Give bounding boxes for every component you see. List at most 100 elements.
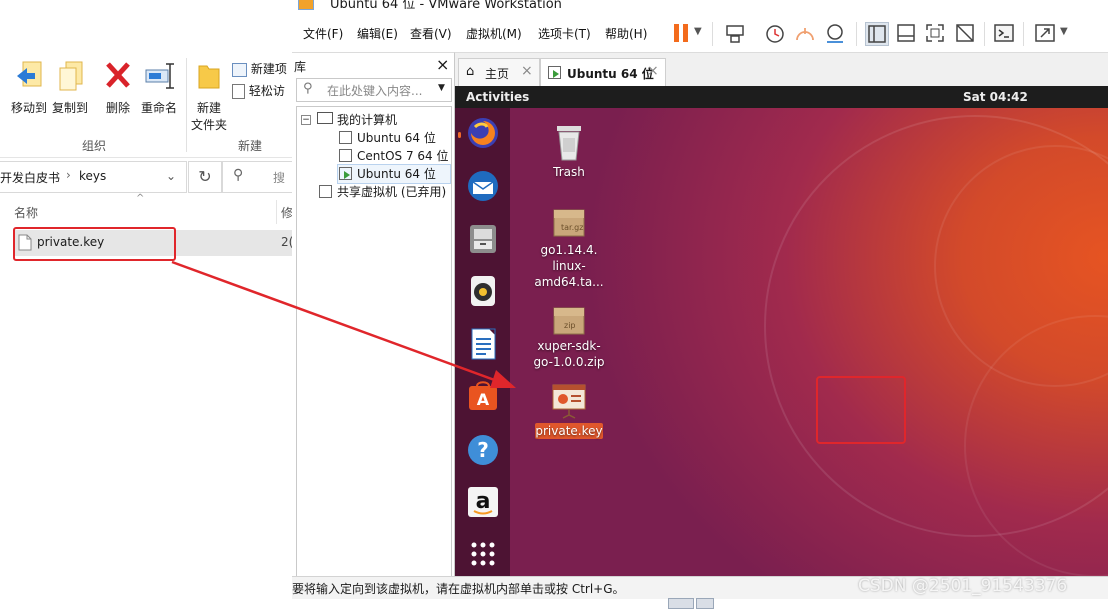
pause-dropdown-icon[interactable]: ▼ — [694, 26, 702, 37]
column-divider — [276, 200, 277, 224]
menu-view[interactable]: 查看(V) — [410, 25, 452, 42]
revert-snapshot-button[interactable] — [794, 22, 816, 44]
file-explorer-window: 移动到 复制到 删除 重命名 组织 新建 文件夹 新建项 轻松访 新建 开发白皮… — [0, 40, 293, 607]
clock[interactable]: Sat 04:42 — [963, 90, 1028, 104]
show-library-button[interactable] — [865, 22, 889, 46]
window-title: Ubuntu 64 位 - VMware Workstation — [330, 0, 562, 12]
search-dropdown-icon[interactable]: ▼ — [438, 83, 445, 93]
delete-button[interactable]: 删除 — [101, 60, 135, 116]
stretch-dropdown-icon[interactable]: ▼ — [1060, 26, 1068, 37]
tree-vm-centos[interactable]: CentOS 7 64 位 — [357, 147, 448, 164]
activities-button[interactable]: Activities — [466, 90, 529, 104]
tree-vm-ubuntu-1[interactable]: Ubuntu 64 位 — [357, 129, 436, 146]
refresh-button[interactable]: ↻ — [188, 161, 222, 193]
menu-tabs[interactable]: 选项卡(T) — [538, 25, 591, 42]
full-screen-icon — [926, 24, 944, 42]
menu-help[interactable]: 帮助(H) — [605, 25, 647, 42]
tree-vm-ubuntu-2[interactable]: Ubuntu 64 位 — [357, 165, 436, 182]
easy-access-icon — [232, 84, 245, 99]
software-icon[interactable]: A — [465, 378, 501, 414]
search-icon: ⚲ — [303, 81, 313, 96]
library-panel: 库 × ⚲ 在此处键入内容... ▼ − 我的计算机 Ubuntu 64 位 C… — [292, 52, 455, 578]
archive-badge-zip: zip — [564, 321, 576, 330]
pause-icon — [674, 24, 688, 42]
firefox-icon[interactable] — [465, 115, 501, 151]
delete-x-icon — [106, 62, 130, 88]
amazon-icon[interactable]: a — [465, 484, 501, 520]
ubuntu-desktop[interactable]: Activities Sat 04:42 A ? a Trash tar.gz … — [455, 86, 1108, 576]
snapshot-manager-button[interactable] — [824, 22, 846, 44]
thumbnail-bar-button[interactable] — [895, 22, 917, 44]
go-tarball-label-2: linux- — [552, 259, 586, 273]
column-header-name[interactable]: 名称 — [14, 204, 38, 221]
tab-home[interactable]: ⌂ 主页 × — [458, 58, 540, 87]
group-organize-label: 组织 — [82, 139, 107, 153]
copy-to-label: 复制到 — [51, 101, 88, 115]
chevron-down-icon[interactable]: ⌄ — [166, 169, 176, 183]
delete-label: 删除 — [105, 101, 130, 115]
sort-arrow-icon: ^ — [136, 193, 145, 204]
archive-badge-tar: tar.gz — [561, 223, 584, 232]
send-ctrl-alt-del-button[interactable] — [724, 22, 746, 44]
library-title: 库 — [294, 60, 307, 74]
thumbnail-view-icon — [897, 24, 915, 42]
breadcrumb-parent[interactable]: 开发白皮书 — [0, 169, 60, 186]
tree-root-my-computer[interactable]: 我的计算机 — [337, 111, 397, 128]
running-indicator — [458, 132, 461, 138]
go-tarball-label-1: go1.14.4. — [540, 243, 598, 257]
home-icon: ⌂ — [466, 64, 475, 79]
apps-grid-icon[interactable] — [465, 536, 501, 572]
desktop-item-xuper-zip[interactable]: zip xuper-sdk- go-1.0.0.zip — [527, 302, 611, 369]
menu-edit[interactable]: 编辑(E) — [357, 25, 398, 42]
desktop-item-trash[interactable]: Trash — [536, 122, 602, 179]
library-search-box[interactable]: ⚲ 在此处键入内容... ▼ — [296, 78, 452, 102]
new-folder-button[interactable]: 新建 文件夹 — [190, 60, 228, 133]
toolbar-divider — [712, 22, 713, 46]
desktop-item-private-key[interactable]: private.key — [527, 382, 611, 439]
menu-file[interactable]: 文件(F) — [303, 25, 343, 42]
files-icon[interactable] — [465, 221, 501, 257]
rhythmbox-icon[interactable] — [465, 273, 501, 309]
unity-button[interactable] — [954, 22, 976, 44]
tab-ubuntu-close[interactable]: × — [647, 63, 659, 79]
status-device-icon[interactable] — [668, 598, 694, 609]
new-item-icon — [232, 62, 247, 77]
menu-vm[interactable]: 虚拟机(M) — [466, 25, 522, 42]
new-item-label: 新建项 — [250, 62, 287, 76]
revert-icon — [796, 28, 814, 41]
help-icon[interactable]: ? — [465, 432, 501, 468]
move-to-button[interactable]: 移动到 — [10, 60, 48, 116]
vmware-logo-icon — [298, 0, 314, 10]
easy-access-button[interactable]: 轻松访 — [232, 82, 285, 99]
desktop-item-go-tarball[interactable]: tar.gz go1.14.4. linux- amd64.ta... — [527, 204, 611, 289]
status-device-icon[interactable] — [696, 598, 714, 609]
move-to-icon — [17, 61, 42, 87]
tab-home-label: 主页 — [485, 67, 510, 81]
new-item-button[interactable]: 新建项 — [232, 60, 287, 77]
tree-shared-vms[interactable]: 共享虚拟机 (已弃用) — [337, 183, 446, 200]
ribbon-divider — [186, 58, 187, 152]
new-folder-icon — [198, 65, 220, 89]
easy-access-label: 轻松访 — [248, 84, 285, 98]
tab-ubuntu[interactable]: Ubuntu 64 位 × — [540, 58, 666, 88]
thunderbird-icon[interactable] — [465, 168, 501, 204]
vm-icon — [339, 131, 352, 144]
library-close-button[interactable]: × — [436, 55, 449, 74]
stretch-button[interactable] — [1034, 22, 1056, 44]
rename-button[interactable]: 重命名 — [138, 60, 180, 116]
breadcrumb-current[interactable]: keys — [79, 169, 106, 183]
shared-vm-icon — [319, 185, 332, 198]
copy-to-button[interactable]: 复制到 — [50, 60, 90, 116]
console-view-button[interactable] — [993, 22, 1015, 44]
rename-label: 重命名 — [140, 101, 177, 115]
collapse-toggle-icon[interactable]: − — [301, 115, 311, 125]
snapshot-button[interactable] — [764, 22, 786, 44]
pause-button[interactable] — [670, 22, 692, 44]
presentation-file-icon — [552, 384, 586, 419]
tab-home-close[interactable]: × — [521, 63, 533, 79]
full-screen-button[interactable] — [924, 22, 946, 44]
search-box[interactable]: ⚲ 搜 — [222, 161, 293, 193]
writer-icon[interactable] — [465, 326, 501, 362]
address-bar[interactable]: 开发白皮书 › keys ⌄ — [0, 161, 187, 193]
new-folder-label-1: 新建 — [196, 101, 221, 115]
